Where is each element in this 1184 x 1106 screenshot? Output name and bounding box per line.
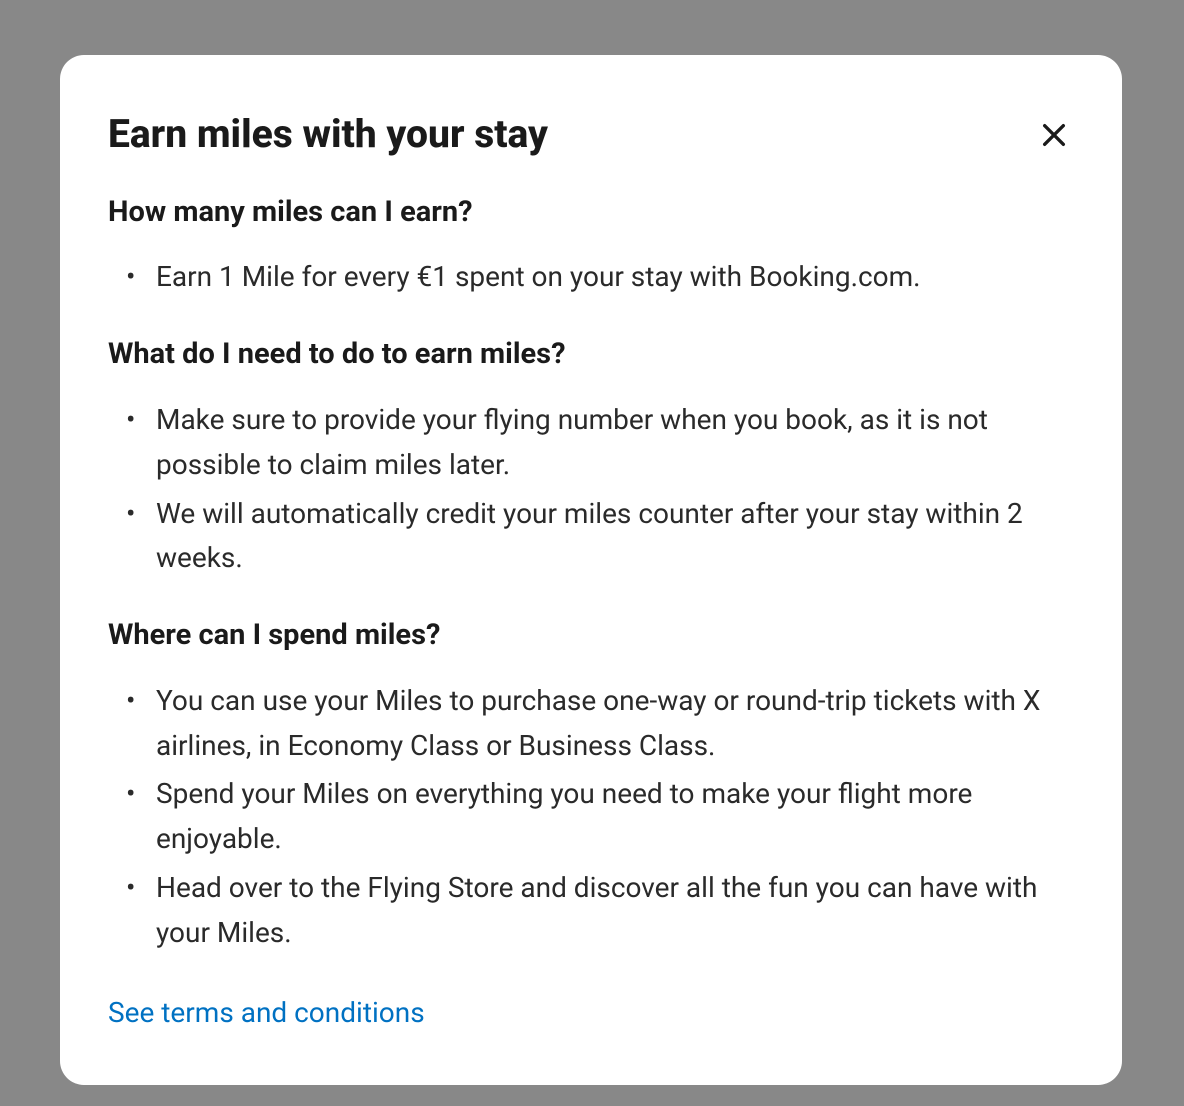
modal-header: Earn miles with your stay	[108, 111, 1074, 158]
section-heading: Where can I spend miles?	[108, 617, 1074, 655]
bullet-list: Earn 1 Mile for every €1 spent on your s…	[108, 255, 1074, 300]
close-icon	[1038, 119, 1070, 151]
section-where-to-spend: Where can I spend miles? You can use you…	[108, 617, 1074, 955]
list-item: Spend your Miles on everything you need …	[108, 772, 1074, 862]
bullet-list: Make sure to provide your flying number …	[108, 398, 1074, 581]
list-item: Earn 1 Mile for every €1 spent on your s…	[108, 255, 1074, 300]
list-item: We will automatically credit your miles …	[108, 492, 1074, 582]
section-how-many-miles: How many miles can I earn? Earn 1 Mile f…	[108, 194, 1074, 300]
bullet-list: You can use your Miles to purchase one-w…	[108, 679, 1074, 956]
close-button[interactable]	[1034, 115, 1074, 155]
section-heading: How many miles can I earn?	[108, 194, 1074, 232]
terms-and-conditions-link[interactable]: See terms and conditions	[108, 996, 425, 1029]
list-item: Head over to the Flying Store and discov…	[108, 866, 1074, 956]
list-item: Make sure to provide your flying number …	[108, 398, 1074, 488]
list-item: You can use your Miles to purchase one-w…	[108, 679, 1074, 769]
miles-info-modal: Earn miles with your stay How many miles…	[60, 55, 1122, 1085]
section-heading: What do I need to do to earn miles?	[108, 336, 1074, 374]
modal-title: Earn miles with your stay	[108, 111, 548, 158]
section-how-to-earn: What do I need to do to earn miles? Make…	[108, 336, 1074, 581]
